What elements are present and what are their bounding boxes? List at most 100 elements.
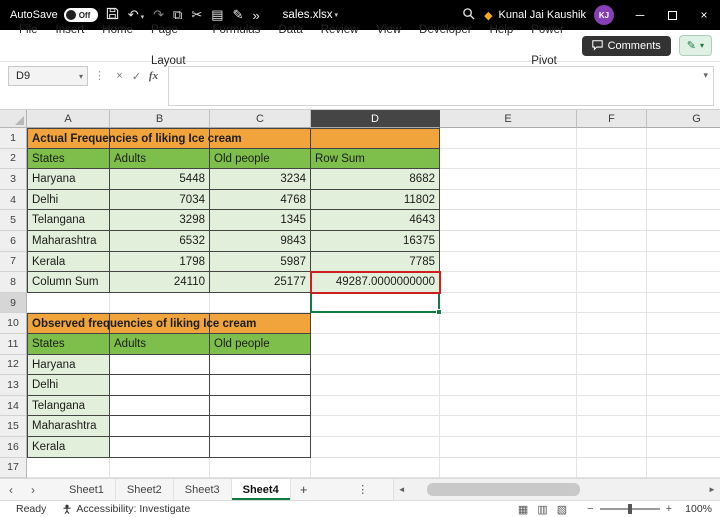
cell-C12[interactable] bbox=[210, 355, 311, 376]
cell-D17[interactable] bbox=[311, 458, 440, 479]
cell-E9[interactable] bbox=[440, 293, 577, 314]
cell-E1[interactable] bbox=[440, 128, 577, 149]
cell-A6[interactable]: Maharashtra bbox=[27, 231, 110, 252]
cell-F14[interactable] bbox=[577, 396, 647, 417]
cell-A1[interactable]: Actual Frequencies of liking Ice cream bbox=[27, 128, 110, 149]
cell-G4[interactable] bbox=[647, 190, 720, 211]
cell-A10[interactable]: Observed frequencies of liking Ice cream bbox=[27, 313, 110, 334]
cell-B5[interactable]: 3298 bbox=[110, 210, 210, 231]
cell-F6[interactable] bbox=[577, 231, 647, 252]
cell-A11[interactable]: States bbox=[27, 334, 110, 355]
cancel-entry-icon[interactable]: × bbox=[111, 66, 128, 86]
cell-C14[interactable] bbox=[210, 396, 311, 417]
cell-G3[interactable] bbox=[647, 169, 720, 190]
cell-E8[interactable] bbox=[440, 272, 577, 293]
cell-F10[interactable] bbox=[577, 313, 647, 334]
cell-G17[interactable] bbox=[647, 458, 720, 479]
cell-E7[interactable] bbox=[440, 252, 577, 273]
comments-button[interactable]: Comments bbox=[582, 36, 671, 56]
cell-B16[interactable] bbox=[110, 437, 210, 458]
close-button[interactable]: × bbox=[688, 0, 720, 30]
cell-B11[interactable]: Adults bbox=[110, 334, 210, 355]
cell-G5[interactable] bbox=[647, 210, 720, 231]
row-header-6[interactable]: 6 bbox=[0, 231, 27, 252]
row-header-17[interactable]: 17 bbox=[0, 458, 27, 479]
cell-F13[interactable] bbox=[577, 375, 647, 396]
cell-C3[interactable]: 3234 bbox=[210, 169, 311, 190]
row-header-15[interactable]: 15 bbox=[0, 416, 27, 437]
col-header-D[interactable]: D bbox=[311, 110, 440, 128]
cell-E2[interactable] bbox=[440, 149, 577, 170]
cell-D5[interactable]: 4643 bbox=[311, 210, 440, 231]
cell-C11[interactable]: Old people bbox=[210, 334, 311, 355]
cell-D3[interactable]: 8682 bbox=[311, 169, 440, 190]
fill-handle[interactable] bbox=[436, 309, 442, 315]
cell-E16[interactable] bbox=[440, 437, 577, 458]
cell-A4[interactable]: Delhi bbox=[27, 190, 110, 211]
zoom-level[interactable]: 100% bbox=[678, 503, 712, 515]
formula-bar-collapse-icon[interactable]: ▾ bbox=[703, 70, 708, 81]
zoom-out-icon[interactable]: − bbox=[581, 503, 599, 515]
cell-A8[interactable]: Column Sum bbox=[27, 272, 110, 293]
row-header-2[interactable]: 2 bbox=[0, 149, 27, 170]
cell-E14[interactable] bbox=[440, 396, 577, 417]
cell-F8[interactable] bbox=[577, 272, 647, 293]
col-header-E[interactable]: E bbox=[440, 110, 577, 128]
maximize-button[interactable] bbox=[656, 0, 688, 30]
scrollbar-track[interactable] bbox=[410, 479, 704, 500]
cell-G13[interactable] bbox=[647, 375, 720, 396]
cell-B15[interactable] bbox=[110, 416, 210, 437]
cell-G11[interactable] bbox=[647, 334, 720, 355]
cell-B17[interactable] bbox=[110, 458, 210, 479]
col-header-G[interactable]: G bbox=[647, 110, 720, 128]
cell-G6[interactable] bbox=[647, 231, 720, 252]
cell-B12[interactable] bbox=[110, 355, 210, 376]
cell-A3[interactable]: Haryana bbox=[27, 169, 110, 190]
cell-D7[interactable]: 7785 bbox=[311, 252, 440, 273]
cell-G14[interactable] bbox=[647, 396, 720, 417]
cell-F17[interactable] bbox=[577, 458, 647, 479]
cell-C17[interactable] bbox=[210, 458, 311, 479]
cell-E10[interactable] bbox=[440, 313, 577, 334]
cell-F15[interactable] bbox=[577, 416, 647, 437]
formula-input[interactable] bbox=[169, 67, 713, 105]
zoom-in-icon[interactable]: + bbox=[660, 503, 678, 515]
cell-F1[interactable] bbox=[577, 128, 647, 149]
cell-E12[interactable] bbox=[440, 355, 577, 376]
new-sheet-button[interactable]: + bbox=[291, 479, 317, 500]
cell-B8[interactable]: 24110 bbox=[110, 272, 210, 293]
row-header-8[interactable]: 8 bbox=[0, 272, 27, 293]
cell-E17[interactable] bbox=[440, 458, 577, 479]
cell-A16[interactable]: Kerala bbox=[27, 437, 110, 458]
row-header-5[interactable]: 5 bbox=[0, 210, 27, 231]
cell-G16[interactable] bbox=[647, 437, 720, 458]
row-header-13[interactable]: 13 bbox=[0, 375, 27, 396]
col-header-C[interactable]: C bbox=[210, 110, 311, 128]
cell-C5[interactable]: 1345 bbox=[210, 210, 311, 231]
cell-A5[interactable]: Telangana bbox=[27, 210, 110, 231]
cell-G12[interactable] bbox=[647, 355, 720, 376]
cell-A12[interactable]: Haryana bbox=[27, 355, 110, 376]
cell-B2[interactable]: Adults bbox=[110, 149, 210, 170]
row-header-14[interactable]: 14 bbox=[0, 396, 27, 417]
cell-E4[interactable] bbox=[440, 190, 577, 211]
sheet-tab-sheet2[interactable]: Sheet2 bbox=[116, 479, 174, 500]
page-break-view-icon[interactable]: ▧ bbox=[557, 503, 567, 516]
page-layout-view-icon[interactable]: ▥ bbox=[537, 503, 547, 516]
cell-E11[interactable] bbox=[440, 334, 577, 355]
cell-F5[interactable] bbox=[577, 210, 647, 231]
cell-F16[interactable] bbox=[577, 437, 647, 458]
col-header-B[interactable]: B bbox=[110, 110, 210, 128]
cell-C9[interactable] bbox=[210, 293, 311, 314]
cell-F3[interactable] bbox=[577, 169, 647, 190]
cell-E13[interactable] bbox=[440, 375, 577, 396]
cell-C7[interactable]: 5987 bbox=[210, 252, 311, 273]
cell-C2[interactable]: Old people bbox=[210, 149, 311, 170]
zoom-slider[interactable] bbox=[600, 508, 660, 510]
editing-mode-button[interactable]: ✎ ▾ bbox=[679, 35, 712, 56]
cell-C8[interactable]: 25177 bbox=[210, 272, 311, 293]
accessibility-status[interactable]: Accessibility: Investigate bbox=[62, 503, 190, 515]
row-header-7[interactable]: 7 bbox=[0, 252, 27, 273]
cell-C4[interactable]: 4768 bbox=[210, 190, 311, 211]
row-header-11[interactable]: 11 bbox=[0, 334, 27, 355]
